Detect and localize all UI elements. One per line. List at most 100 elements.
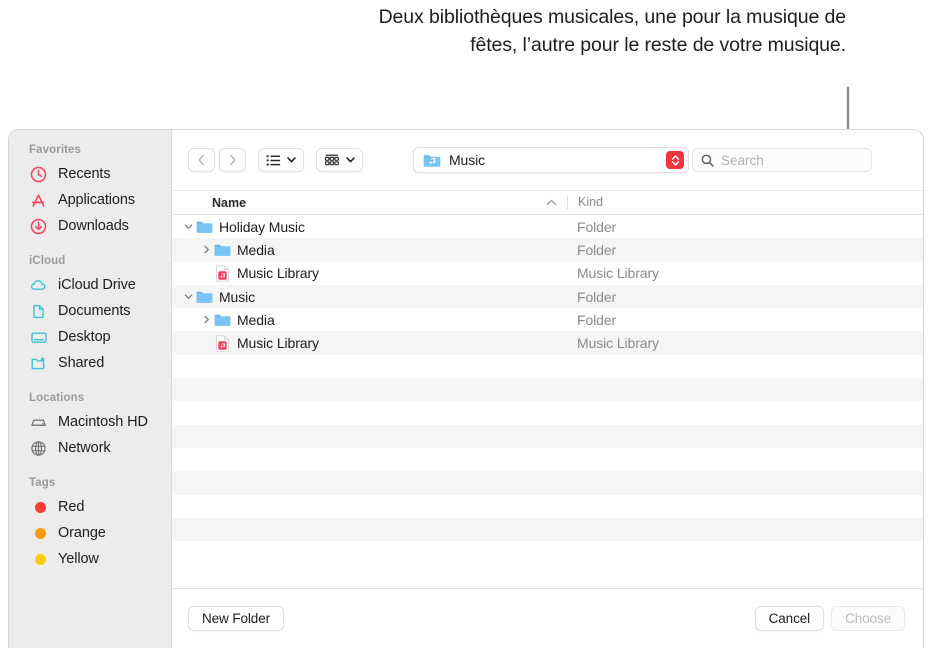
sidebar-group-icloud: iCloud iCloud Drive Documents Desktop bbox=[9, 255, 171, 376]
table-row[interactable]: Holiday MusicFolder bbox=[172, 215, 923, 238]
document-icon bbox=[29, 302, 48, 321]
sidebar-item-network[interactable]: Network bbox=[9, 435, 171, 461]
column-header-kind[interactable]: Kind bbox=[567, 195, 603, 210]
disclosure-triangle[interactable] bbox=[198, 315, 214, 324]
row-name-label: Media bbox=[237, 242, 275, 258]
tag-dot-icon bbox=[29, 550, 48, 569]
folder-icon bbox=[214, 243, 231, 257]
row-name-cell: Music Library bbox=[172, 265, 567, 282]
sidebar-item-label: Desktop bbox=[58, 329, 111, 345]
sidebar-item-applications[interactable]: Applications bbox=[9, 187, 171, 213]
sidebar-item-tag-orange[interactable]: Orange bbox=[9, 520, 171, 546]
clock-icon bbox=[29, 165, 48, 184]
cancel-button[interactable]: Cancel bbox=[755, 606, 824, 631]
sidebar-item-label: Recents bbox=[58, 166, 111, 182]
table-row-empty[interactable] bbox=[172, 495, 923, 518]
disclosure-triangle[interactable] bbox=[180, 292, 196, 301]
row-name-cell: Music Library bbox=[172, 335, 567, 352]
table-row-empty[interactable] bbox=[172, 518, 923, 541]
sidebar-item-macintosh-hd[interactable]: Macintosh HD bbox=[9, 409, 171, 435]
sidebar-group-locations: Locations Macintosh HD Network bbox=[9, 392, 171, 461]
table-row[interactable]: MusicFolder bbox=[172, 285, 923, 308]
sidebar-item-shared[interactable]: Shared bbox=[9, 350, 171, 376]
tag-dot-icon bbox=[29, 524, 48, 543]
table-row[interactable]: Music Library Music Library bbox=[172, 262, 923, 285]
sidebar-item-label: Orange bbox=[58, 525, 106, 541]
column-header-row: Name Kind bbox=[172, 190, 923, 215]
chevron-up-icon bbox=[546, 199, 557, 206]
file-list[interactable]: Holiday MusicFolderMediaFolderMusic Libr… bbox=[172, 215, 923, 588]
music-library-icon bbox=[215, 265, 230, 282]
table-row-empty[interactable] bbox=[172, 378, 923, 401]
table-row[interactable]: Media Folder bbox=[172, 238, 923, 261]
music-library-icon bbox=[214, 335, 231, 352]
sidebar-group-title: iCloud bbox=[9, 255, 171, 272]
callout-text: Deux bibliothèques musicales, une pour l… bbox=[378, 4, 846, 59]
folder-icon bbox=[196, 288, 213, 305]
desktop-icon bbox=[29, 328, 48, 347]
table-row-empty[interactable] bbox=[172, 448, 923, 471]
row-kind-cell: Folder bbox=[567, 242, 616, 258]
forward-button[interactable] bbox=[219, 148, 246, 172]
column-header-name-label: Name bbox=[212, 196, 246, 210]
row-name-label: Music Library bbox=[237, 335, 319, 351]
disclosure-chevron-down-icon bbox=[184, 292, 193, 301]
applications-icon bbox=[29, 191, 48, 210]
bottom-bar: New Folder Cancel Choose bbox=[172, 588, 923, 648]
sidebar-item-documents[interactable]: Documents bbox=[9, 298, 171, 324]
shared-folder-icon bbox=[29, 354, 48, 373]
navigation-buttons bbox=[188, 148, 246, 172]
search-field[interactable]: Search bbox=[692, 148, 872, 172]
row-kind-cell: Folder bbox=[567, 312, 616, 328]
row-name-label: Music Library bbox=[237, 265, 319, 281]
sidebar-item-desktop[interactable]: Desktop bbox=[9, 324, 171, 350]
music-folder-icon bbox=[423, 153, 441, 168]
sidebar-item-tag-red[interactable]: Red bbox=[9, 494, 171, 520]
folder-icon bbox=[196, 290, 213, 304]
table-row[interactable]: Music LibraryMusic Library bbox=[172, 331, 923, 354]
disclosure-triangle[interactable] bbox=[198, 245, 214, 254]
table-row-empty[interactable] bbox=[172, 471, 923, 494]
table-row-empty[interactable] bbox=[172, 425, 923, 448]
row-name-cell: Media bbox=[172, 311, 567, 328]
table-row-empty[interactable] bbox=[172, 401, 923, 424]
folder-icon bbox=[196, 218, 213, 235]
sidebar-group-title: Favorites bbox=[9, 144, 171, 161]
table-row[interactable]: Media Folder bbox=[172, 308, 923, 331]
row-name-label: Holiday Music bbox=[219, 219, 305, 235]
sidebar-item-downloads[interactable]: Downloads bbox=[9, 213, 171, 239]
chevron-down-icon bbox=[287, 157, 296, 163]
sidebar-group-title: Locations bbox=[9, 392, 171, 409]
chevron-right-icon bbox=[228, 154, 237, 166]
folder-icon bbox=[214, 241, 231, 258]
up-down-stepper-icon[interactable] bbox=[666, 151, 684, 169]
row-name-label: Media bbox=[237, 312, 275, 328]
list-view-icon bbox=[266, 154, 281, 167]
sidebar-item-tag-yellow[interactable]: Yellow bbox=[9, 546, 171, 572]
sidebar-group-title: Tags bbox=[9, 477, 171, 494]
view-options-button[interactable] bbox=[258, 148, 304, 172]
choose-button[interactable]: Choose bbox=[831, 606, 905, 631]
content-pane: Music Search Name Kind Holiday MusicFold… bbox=[172, 130, 923, 648]
row-kind-cell: Folder bbox=[567, 289, 616, 305]
chevron-left-icon bbox=[197, 154, 206, 166]
disclosure-triangle[interactable] bbox=[180, 222, 196, 231]
group-by-button[interactable] bbox=[316, 148, 363, 172]
table-row-empty[interactable] bbox=[172, 355, 923, 378]
sidebar-item-label: Applications bbox=[58, 192, 135, 208]
path-popup-button[interactable]: Music bbox=[413, 147, 689, 173]
sidebar-item-recents[interactable]: Recents bbox=[9, 161, 171, 187]
hard-drive-icon bbox=[29, 413, 48, 432]
back-button[interactable] bbox=[188, 148, 215, 172]
table-row-empty[interactable] bbox=[172, 541, 923, 564]
sidebar-item-icloud-drive[interactable]: iCloud Drive bbox=[9, 272, 171, 298]
disclosure-chevron-right-icon bbox=[202, 315, 211, 324]
search-input[interactable]: Search bbox=[721, 153, 764, 168]
row-name-cell: Holiday Music bbox=[172, 218, 567, 235]
music-library-icon bbox=[214, 265, 231, 282]
new-folder-button[interactable]: New Folder bbox=[188, 606, 284, 631]
row-kind-cell: Music Library bbox=[567, 265, 659, 281]
folder-icon bbox=[214, 311, 231, 328]
column-header-name[interactable]: Name bbox=[172, 196, 567, 210]
sidebar[interactable]: Favorites Recents Applications Downloads bbox=[9, 130, 172, 648]
